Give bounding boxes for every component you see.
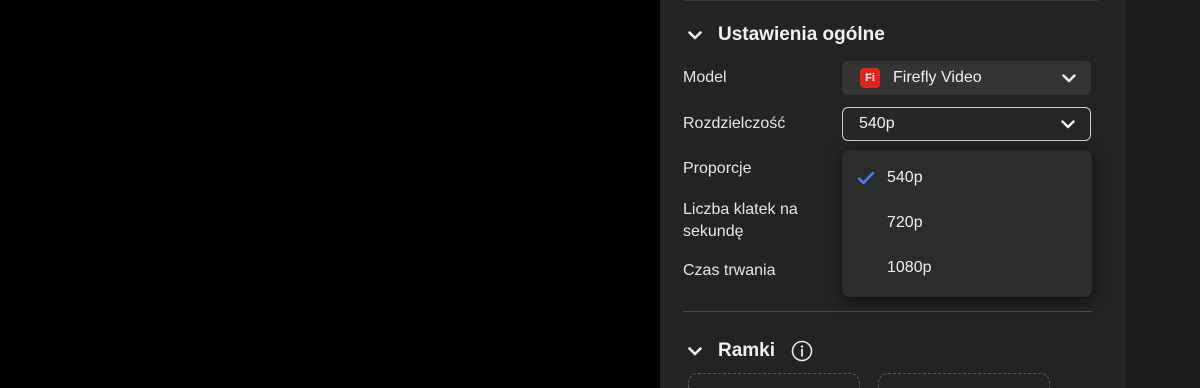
option-label: 540p <box>887 169 923 186</box>
chevron-down-icon[interactable] <box>686 26 704 44</box>
settings-panel: Ustawienia ogólne Model Rozdzielczość Pr… <box>660 0 1126 388</box>
frame-rate-label: Liczba klatek na sekundę <box>683 201 798 240</box>
end-frame-slot[interactable] <box>878 373 1050 388</box>
resolution-option-720p[interactable]: 720p <box>842 203 1092 243</box>
chevron-down-icon <box>1060 116 1076 132</box>
model-dropdown[interactable]: Fi Firefly Video <box>842 61 1091 95</box>
video-preview-area <box>0 0 660 388</box>
divider <box>684 0 1098 1</box>
app-window: Ustawienia ogólne Model Rozdzielczość Pr… <box>0 0 1200 388</box>
duration-label: Czas trwania <box>683 262 776 279</box>
chevron-down-icon <box>1061 70 1077 86</box>
resolution-value: 540p <box>859 115 895 132</box>
section-title: Ramki <box>718 340 776 361</box>
checkmark-icon <box>856 168 876 188</box>
section-title: Ustawienia ogólne <box>718 24 885 45</box>
resolution-menu: 540p 720p 1080p <box>842 150 1092 297</box>
resolution-option-540p[interactable]: 540p <box>842 158 1092 198</box>
chevron-down-icon[interactable] <box>686 342 704 360</box>
resolution-option-1080p[interactable]: 1080p <box>842 248 1092 288</box>
info-icon[interactable] <box>791 340 813 362</box>
option-label: 720p <box>887 214 923 231</box>
firefly-logo-icon: Fi <box>860 68 880 88</box>
divider <box>683 311 1092 312</box>
model-value: Firefly Video <box>893 69 982 86</box>
resolution-dropdown[interactable]: 540p <box>842 107 1091 141</box>
start-frame-slot[interactable] <box>688 373 860 388</box>
resolution-label: Rozdzielczość <box>683 115 786 132</box>
general-settings-header[interactable]: Ustawienia ogólne <box>686 24 885 46</box>
aspect-ratio-label: Proporcje <box>683 160 752 177</box>
model-label: Model <box>683 69 727 86</box>
right-gutter <box>1126 0 1200 388</box>
option-label: 1080p <box>887 259 932 276</box>
frames-header[interactable]: Ramki <box>686 340 813 362</box>
